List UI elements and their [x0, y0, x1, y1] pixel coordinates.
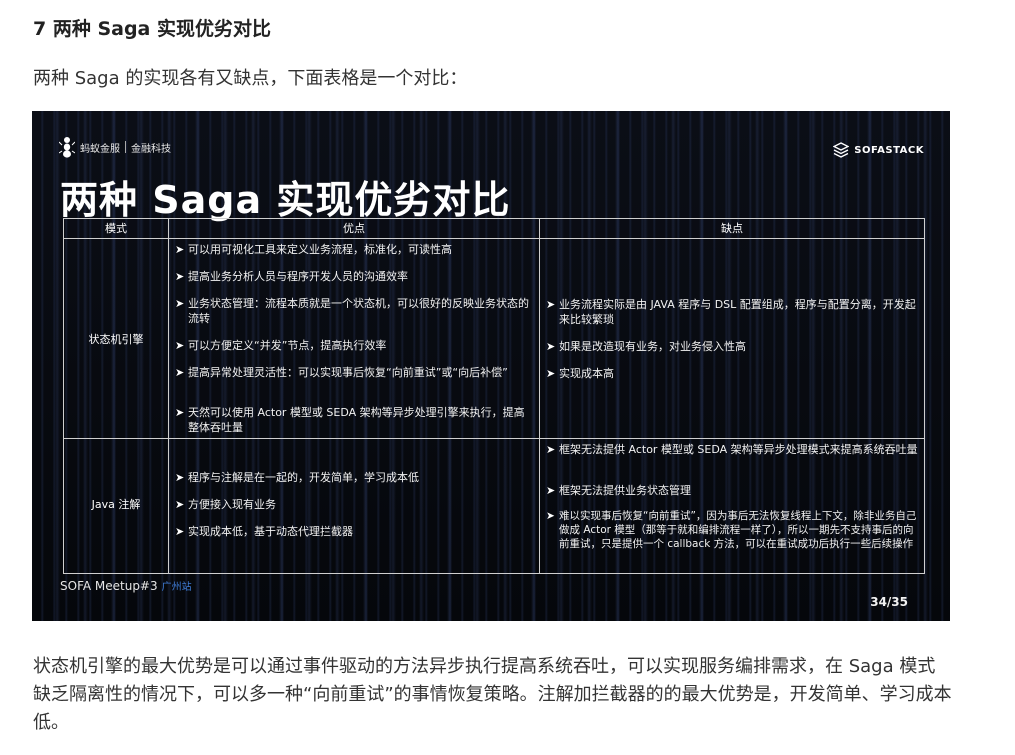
meetup-label: SOFA Meetup#3: [60, 579, 158, 593]
sofastack-text: SOFASTACK: [854, 144, 924, 156]
article-intro: 两种 Saga 的实现各有又缺点，下面表格是一个对比：: [33, 68, 468, 89]
table-divider: [64, 438, 924, 439]
ant-icon: [59, 137, 75, 158]
ant-financial-logo: 蚂蚁金服 金融科技: [59, 136, 171, 158]
con-item: ➤ 如果是改造现有业务，对业务侵入性高: [546, 340, 746, 353]
logo-sub-text: 金融科技: [131, 143, 171, 155]
row-mode-state-machine: 状态机引擎: [88, 333, 144, 346]
header-mode: 模式: [105, 222, 127, 235]
con-item: ➤ 框架无法提供业务状态管理: [546, 484, 691, 497]
slide-footer: SOFA Meetup#3 广州站: [60, 578, 192, 593]
con-item: ➤ 实现成本高: [546, 367, 614, 380]
table-divider: [168, 219, 169, 573]
pro-item: ➤ 程序与注解是在一起的，开发简单，学习成本低: [175, 471, 419, 484]
sofastack-logo: SOFASTACK: [833, 142, 924, 158]
pro-item: ➤ 可以用可视化工具来定义业务流程，标准化，可读性高: [175, 243, 452, 256]
con-item: ➤ 难以实现事后恢复“向前重试”，因为事后无法恢复线程上下文，除非业务自己做成 A…: [546, 510, 917, 550]
pro-item: ➤ 提高异常处理灵活性：可以实现事后恢复“向前重试”或“向后补偿”: [175, 366, 508, 379]
article-heading: 7 两种 Saga 实现优劣对比: [33, 18, 271, 40]
logo-brand-text: 蚂蚁金服: [80, 143, 120, 155]
article-summary: 状态机引擎的最大优势是可以通过事件驱动的方法异步执行提高系统吞吐，可以实现服务编…: [33, 656, 952, 733]
pro-item: ➤ 业务状态管理：流程本质就是一个状态机，可以很好的反映业务状态的流转: [175, 297, 529, 325]
pro-item: ➤ 可以方便定义“并发”节点，提高执行效率: [175, 339, 387, 352]
pro-item: ➤ 实现成本低，基于动态代理拦截器: [175, 525, 353, 538]
header-pros: 优点: [343, 222, 365, 235]
row-mode-java-annotation: Java 注解: [91, 498, 141, 511]
logo-divider: [125, 141, 126, 153]
sofastack-icon: [833, 142, 850, 158]
comparison-table: 模式 优点 缺点 状态机引擎 ➤ 可以用可视化工具来定义业务流程，标准化，可读性高…: [63, 218, 925, 574]
pro-item: ➤ 方便接入现有业务: [175, 498, 276, 511]
pro-item: ➤ 天然可以使用 Actor 模型或 SEDA 架构等异步处理引擎来执行，提高整体…: [175, 406, 525, 434]
slide-page-number: 34/35: [870, 595, 908, 609]
table-divider: [539, 219, 540, 573]
header-cons: 缺点: [721, 222, 743, 235]
pro-item: ➤ 提高业务分析人员与程序开发人员的沟通效率: [175, 270, 408, 283]
con-item: ➤ 业务流程实际是由 JAVA 程序与 DSL 配置组成，程序与配置分离，开发起来…: [546, 298, 916, 326]
slide-image: 蚂蚁金服 金融科技 SOFASTACK 两种 Saga 实现优劣对比 模式 优点…: [32, 111, 950, 621]
meetup-city: 广州站: [161, 582, 192, 593]
table-divider: [64, 238, 924, 239]
con-item: ➤ 框架无法提供 Actor 模型或 SEDA 架构等异步处理模式来提高系统吞吐量: [546, 443, 918, 456]
slide-title: 两种 Saga 实现优劣对比: [60, 178, 511, 222]
